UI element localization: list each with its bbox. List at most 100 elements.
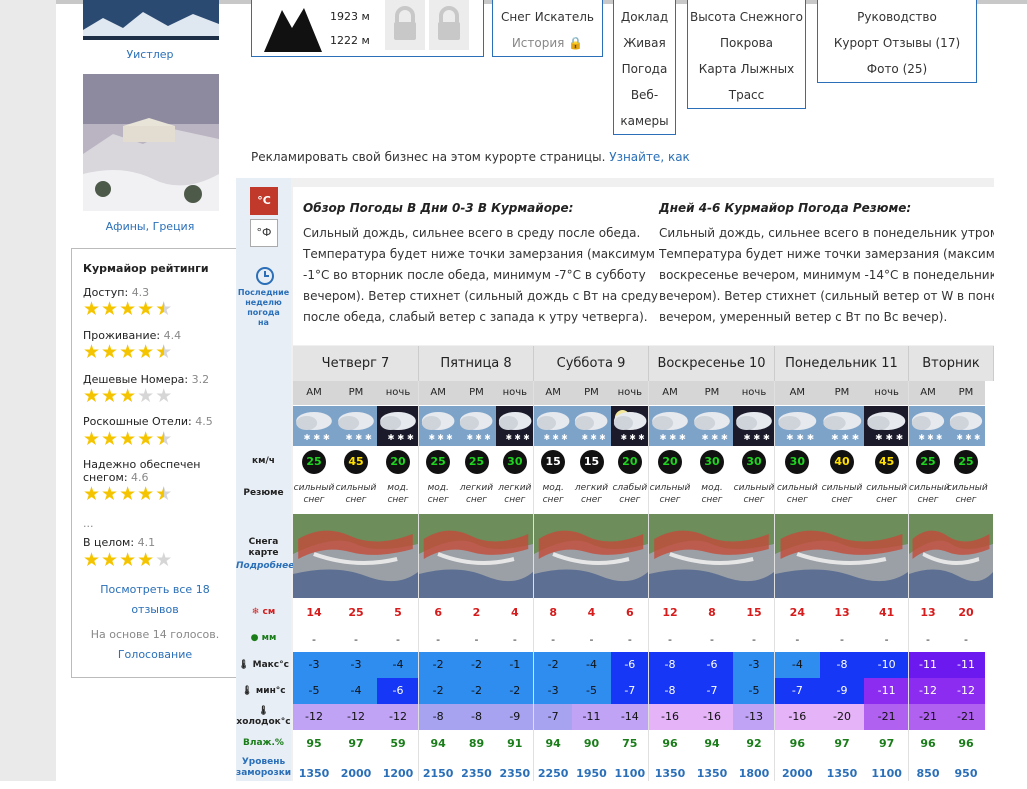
whistler-photo[interactable] <box>83 0 219 40</box>
svg-text:✱ ✱ ✱: ✱ ✱ ✱ <box>744 432 771 442</box>
clock-icon[interactable] <box>255 266 275 286</box>
star-full-icon: ★ <box>119 483 138 505</box>
max-temp: -11 <box>947 652 985 678</box>
star-full-icon: ★ <box>137 483 156 505</box>
freeze-row-label: Уровень заморозки <box>236 757 292 778</box>
elevation-box: 1923 м 1222 м <box>251 0 484 57</box>
svg-text:✱ ✱ ✱: ✱ ✱ ✱ <box>620 433 645 442</box>
wind-chill: -12 <box>335 704 377 730</box>
snow-cm: 5 <box>394 606 402 619</box>
freeze-level: 850 <box>916 767 940 780</box>
svg-text:✱ ✱ ✱: ✱ ✱ ✱ <box>875 432 903 441</box>
freeze-level: 1350 <box>696 767 728 780</box>
rain-mm: - <box>512 633 517 646</box>
rain-row-label: ● мм <box>250 633 277 643</box>
star-full-icon: ★ <box>137 298 156 320</box>
day-header[interactable]: Понедельник 11 <box>775 346 909 381</box>
celsius-button[interactable]: °C <box>250 187 278 215</box>
photos-link[interactable]: Фото (25) <box>818 62 976 76</box>
wind-chill: -14 <box>610 704 649 730</box>
summary-text-4-6: Сильный дождь, сильнее всего в понедельн… <box>659 226 994 324</box>
snow-depth-link-2[interactable]: Покрова <box>688 36 805 50</box>
snow-cm: 8 <box>708 606 716 619</box>
webcams-link-2[interactable]: камеры <box>614 114 675 128</box>
summary-cell: сильный снег <box>733 483 775 505</box>
wind-speed: 25 <box>464 450 489 474</box>
max-temp: -2 <box>534 652 573 678</box>
freeze-level: 1100 <box>614 767 646 780</box>
live-weather-link[interactable]: Живая <box>614 36 675 50</box>
snowdepth-box: Высота Снежного Покрова Карта Лыжных Тра… <box>687 0 806 109</box>
snow-map-thumbnail[interactable] <box>649 514 774 598</box>
min-temp: -6 <box>377 678 419 704</box>
summary-cell: мод. снег <box>427 483 449 505</box>
all-reviews-link-2[interactable]: отзывов <box>72 603 238 616</box>
snow-cm: 13 <box>920 606 936 619</box>
all-reviews-link[interactable]: Посмотреть все 18 <box>72 583 238 596</box>
star-full-icon: ★ <box>101 483 120 505</box>
snow-map-thumbnail[interactable] <box>534 514 648 598</box>
min-temp: -12 <box>909 678 947 704</box>
more-link[interactable]: Подробнее <box>236 561 294 571</box>
vote-link[interactable]: Голосование <box>72 648 238 661</box>
summary-title-0-3: Обзор Погоды В Дни 0-3 В Курмайоре: <box>303 201 574 215</box>
day-header[interactable]: Четверг 7 <box>293 346 419 381</box>
piste-map-link[interactable]: Карта Лыжных <box>688 62 805 76</box>
snow-cloud-icon: ✱ ✱ ✱ <box>775 406 820 446</box>
min-temp: -7 <box>775 678 820 704</box>
day-header[interactable]: Суббота 9 <box>534 346 649 381</box>
snow-row-label: ❄ см <box>251 607 276 617</box>
day-header[interactable]: Вторник <box>909 346 994 381</box>
reviews-link[interactable]: Курорт Отзывы (17) <box>818 36 976 50</box>
rating-luxury-stars: ★★★★★ <box>83 430 173 449</box>
wind-speed: 25 <box>954 450 978 474</box>
snow-cloud-icon: ✱ ✱ ✱ <box>733 406 775 446</box>
guide-box: Руководство Курорт Отзывы (17) Фото (25) <box>817 0 977 83</box>
humidity: 97 <box>879 737 895 750</box>
freeze-level: 950 <box>954 767 978 780</box>
snow-cm: 4 <box>510 606 519 619</box>
svg-text:✱ ✱ ✱: ✱ ✱ ✱ <box>544 433 569 442</box>
history-link[interactable]: История 🔒 <box>493 36 602 50</box>
min-temp: -2 <box>495 678 534 704</box>
whistler-link[interactable]: Уистлер <box>70 48 230 61</box>
freeze-level: 2000 <box>340 767 372 780</box>
lock-icon <box>429 0 469 50</box>
period-label: PM <box>947 381 985 405</box>
max-temp: -6 <box>610 652 649 678</box>
snow-cm: 12 <box>662 606 678 619</box>
webcams-link[interactable]: Веб- <box>614 88 675 102</box>
snow-map-thumbnail[interactable] <box>909 514 993 598</box>
wind-speed: 25 <box>302 450 326 474</box>
athens-photo[interactable] <box>83 74 219 211</box>
fahrenheit-button[interactable]: °Ф <box>250 219 278 247</box>
day-header[interactable]: Воскресенье 10 <box>649 346 775 381</box>
wind-chill: -20 <box>819 704 865 730</box>
wind-chill: -11 <box>572 704 611 730</box>
wind-chill: -8 <box>419 704 458 730</box>
snowfinder-link[interactable]: Снег Искатель <box>493 10 602 24</box>
snow-map-thumbnail[interactable] <box>419 514 533 598</box>
humidity: 75 <box>622 737 638 750</box>
snow-map-thumbnail[interactable] <box>293 514 418 598</box>
live-weather-link-2[interactable]: Погода <box>614 62 675 76</box>
snow-map-thumbnail[interactable] <box>775 514 908 598</box>
svg-text:✱ ✱ ✱: ✱ ✱ ✱ <box>831 432 859 441</box>
day-separator <box>908 381 909 781</box>
report-link[interactable]: Доклад <box>614 10 675 24</box>
star-full-icon: ★ <box>83 483 102 505</box>
top-elevation: 1923 м <box>330 10 370 23</box>
snow-cm: 6 <box>434 606 442 619</box>
rating-ellipsis: ... <box>83 517 94 530</box>
day-header[interactable]: Пятница 8 <box>419 346 534 381</box>
last-week-weather-link[interactable]: Последние неделю погода на <box>236 288 291 328</box>
guide-link[interactable]: Руководство <box>818 10 976 24</box>
piste-map-link-2[interactable]: Трасс <box>688 88 805 102</box>
snow-depth-link[interactable]: Высота Снежного <box>688 10 805 24</box>
freeze-level: 2150 <box>422 767 454 780</box>
athens-link[interactable]: Афины, Греция <box>70 220 230 233</box>
svg-text:✱ ✱ ✱: ✱ ✱ ✱ <box>919 433 943 442</box>
period-label: PM <box>572 381 611 405</box>
advertise-link[interactable]: Узнайте, как <box>609 150 690 164</box>
snow-cloud-icon: ✱ ✱ ✱ <box>457 406 496 446</box>
